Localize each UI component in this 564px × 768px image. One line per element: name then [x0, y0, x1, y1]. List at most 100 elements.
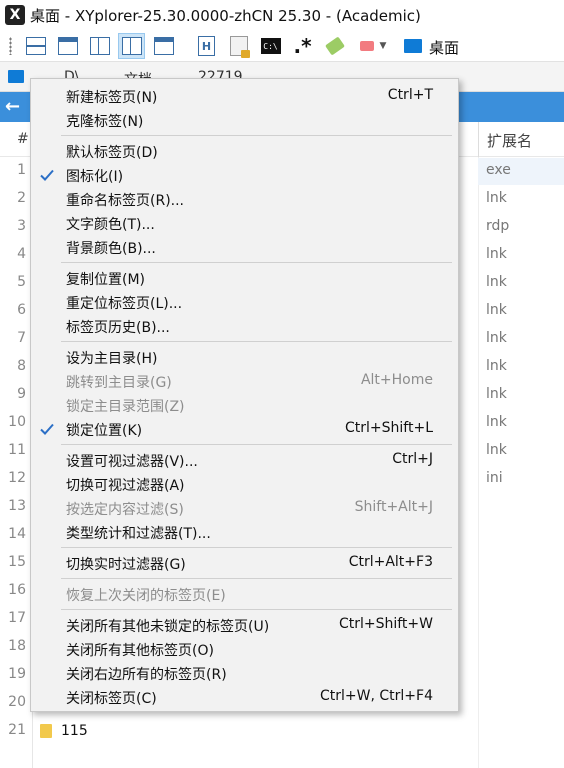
toolbar-grip-icon[interactable]: [9, 37, 12, 55]
menu-item[interactable]: 标签页历史(B)...: [31, 314, 458, 338]
column-header-extension[interactable]: 扩展名: [478, 122, 564, 157]
extension-cell[interactable]: lnk: [486, 442, 507, 458]
row-number: 18: [8, 638, 26, 654]
back-arrow-icon[interactable]: ←: [5, 96, 20, 117]
tag-icon: [324, 36, 345, 56]
extension-cell[interactable]: lnk: [486, 386, 507, 402]
desktop-folder-icon: [404, 39, 422, 53]
home-document-icon: H: [198, 36, 215, 56]
menu-item[interactable]: 切换可视过滤器(A): [31, 472, 458, 496]
extension-cell[interactable]: lnk: [486, 302, 507, 318]
row-number: 4: [17, 246, 26, 262]
dual-pane-vertical-button[interactable]: [86, 33, 113, 59]
extension-cell[interactable]: lnk: [486, 190, 507, 206]
row-number: 7: [17, 330, 26, 346]
extension-cell[interactable]: rdp: [486, 218, 509, 234]
command-prompt-button[interactable]: C:\: [257, 33, 284, 59]
menu-item[interactable]: 重定位标签页(L)...: [31, 290, 458, 314]
row-number: 11: [8, 442, 26, 458]
extension-cell[interactable]: exe: [486, 162, 511, 178]
checkmark-icon: [40, 169, 54, 181]
extension-cell[interactable]: ini: [486, 470, 503, 486]
row-number: 16: [8, 582, 26, 598]
menu-item: 跳转到主目录(G) Alt+Home: [31, 369, 458, 393]
menu-item-label: 类型统计和过滤器(T)...: [66, 526, 211, 542]
row-number: 10: [8, 414, 26, 430]
location-label[interactable]: 桌面: [429, 37, 459, 58]
row-number: 17: [8, 610, 26, 626]
menu-item-label: 关闭所有其他未锁定的标签页(U): [66, 619, 270, 635]
home-tab-button[interactable]: H: [193, 33, 220, 59]
color-filter-icon: [359, 41, 374, 51]
menu-item[interactable]: 类型统计和过滤器(T)...: [31, 520, 458, 544]
menu-item[interactable]: 默认标签页(D): [31, 139, 458, 163]
menu-item[interactable]: 设为主目录(H): [31, 345, 458, 369]
row-number: 9: [17, 386, 26, 402]
menu-item[interactable]: 背景颜色(B)...: [31, 235, 458, 259]
menu-item[interactable]: 新建标签页(N) Ctrl+T: [31, 84, 458, 108]
menu-item[interactable]: 关闭标签页(C) Ctrl+W, Ctrl+F4: [31, 685, 458, 709]
extension-cell[interactable]: lnk: [486, 274, 507, 290]
menu-item-shortcut: Ctrl+W, Ctrl+F4: [320, 688, 433, 704]
menu-separator: [61, 547, 452, 548]
menu-item-label: 默认标签页(D): [66, 145, 158, 161]
menu-item-label: 图标化(I): [66, 169, 124, 185]
tag-button[interactable]: [321, 33, 348, 59]
lock-tab-button[interactable]: [225, 33, 252, 59]
menu-item[interactable]: 切换实时过滤器(G) Ctrl+Alt+F3: [31, 551, 458, 575]
extension-cell[interactable]: lnk: [486, 330, 507, 346]
menu-item[interactable]: 图标化(I): [31, 163, 458, 187]
row-number: 2: [17, 190, 26, 206]
tree-pane-button[interactable]: [118, 33, 145, 59]
menu-item[interactable]: 复制位置(M): [31, 266, 458, 290]
dual-pane-horizontal-button[interactable]: [54, 33, 81, 59]
menu-item-label: 锁定位置(K): [66, 423, 143, 439]
xyplorer-logo-icon: X: [5, 5, 25, 25]
extension-cell[interactable]: lnk: [486, 358, 507, 374]
menu-item[interactable]: 关闭右边所有的标签页(R): [31, 661, 458, 685]
row-number: 5: [17, 274, 26, 290]
menu-item[interactable]: 重命名标签页(R)...: [31, 187, 458, 211]
folder-icon: [40, 724, 52, 738]
desktop-tab-icon[interactable]: [8, 70, 24, 83]
single-pane-button[interactable]: [22, 33, 49, 59]
menu-item-label: 背景颜色(B)...: [66, 241, 156, 257]
menu-item-label: 设置可视过滤器(V)...: [66, 454, 198, 470]
menu-item-label: 标签页历史(B)...: [66, 320, 170, 336]
menu-item[interactable]: 设置可视过滤器(V)... Ctrl+J: [31, 448, 458, 472]
menu-item-label: 跳转到主目录(G): [66, 375, 172, 391]
menu-item-label: 重命名标签页(R)...: [66, 193, 185, 209]
checkmark-icon: [40, 423, 54, 435]
menu-item-shortcut: Ctrl+Shift+W: [338, 616, 433, 632]
menu-separator: [61, 578, 452, 579]
menu-item[interactable]: 锁定位置(K) Ctrl+Shift+L: [31, 417, 458, 441]
extension-cell[interactable]: lnk: [486, 414, 507, 430]
menu-item-label: 关闭所有其他标签页(O): [66, 643, 214, 659]
row-number: 6: [17, 302, 26, 318]
info-panel-icon: [153, 37, 174, 55]
row-number: 1: [17, 162, 26, 178]
color-filter-dropdown[interactable]: ▼: [376, 33, 390, 59]
menu-item: 恢复上次关闭的标签页(E): [31, 582, 458, 606]
menu-item[interactable]: 文字颜色(T)...: [31, 211, 458, 235]
row-number: 20: [8, 694, 26, 710]
info-panel-button[interactable]: [150, 33, 177, 59]
extension-cell[interactable]: lnk: [486, 246, 507, 262]
menu-item-label: 新建标签页(N): [66, 90, 158, 106]
file-name[interactable]: 115: [61, 723, 88, 739]
menu-item[interactable]: 克隆标签(N): [31, 108, 458, 132]
menu-item: 按选定内容过滤(S) Shift+Alt+J: [31, 496, 458, 520]
single-pane-icon: [25, 37, 46, 55]
menu-separator: [61, 444, 452, 445]
regex-button[interactable]: .*: [289, 33, 316, 59]
column-header-index[interactable]: #: [17, 131, 29, 147]
menu-item-label: 恢复上次关闭的标签页(E): [66, 588, 226, 604]
row-number: 3: [17, 218, 26, 234]
menu-item[interactable]: 关闭所有其他未锁定的标签页(U) Ctrl+Shift+W: [31, 613, 458, 637]
regex-star-icon: .*: [293, 34, 312, 58]
menu-item-label: 关闭右边所有的标签页(R): [66, 667, 227, 683]
row-number: 13: [8, 498, 26, 514]
menu-item[interactable]: 关闭所有其他标签页(O): [31, 637, 458, 661]
menu-separator: [61, 135, 452, 136]
menu-item-label: 按选定内容过滤(S): [66, 502, 184, 518]
